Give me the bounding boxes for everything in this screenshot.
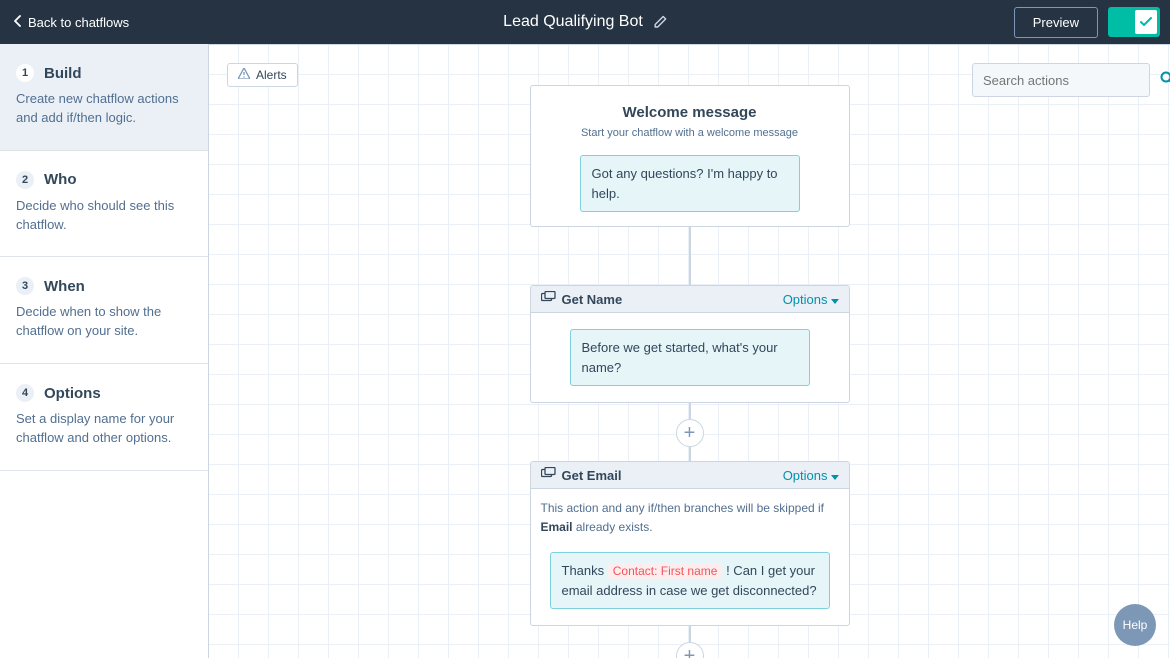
chat-icon [541,467,556,483]
main-layout: 1 Build Create new chatflow actions and … [0,44,1170,658]
welcome-bubble: Got any questions? I'm happy to help. [580,155,800,212]
steps-sidebar: 1 Build Create new chatflow actions and … [0,44,209,658]
options-label: Options [783,468,828,483]
card-header: Get Email Options [531,462,849,489]
sidebar-step-who[interactable]: 2 Who Decide who should see this chatflo… [0,151,208,258]
app-header: Back to chatflows Lead Qualifying Bot Pr… [0,0,1170,44]
publish-toggle[interactable] [1108,7,1160,37]
help-button[interactable]: Help [1114,604,1156,646]
step-title: Build [44,65,82,82]
search-actions-box[interactable] [972,63,1150,97]
card-header: Get Name Options [531,286,849,313]
sidebar-step-when[interactable]: 3 When Decide when to show the chatflow … [0,257,208,364]
alerts-button[interactable]: Alerts [227,63,298,87]
connector-line [689,227,691,285]
step-number: 3 [16,277,34,295]
connector-line [689,447,691,461]
step-desc: Set a display name for your chatflow and… [16,410,192,448]
chevron-left-icon [14,15,22,30]
add-action-button[interactable]: + [676,642,704,658]
options-label: Options [783,292,828,307]
step-title: Who [44,171,76,188]
alerts-label: Alerts [256,68,287,82]
card-options-link[interactable]: Options [783,468,839,483]
sidebar-step-options[interactable]: 4 Options Set a display name for your ch… [0,364,208,471]
get-email-bubble: Thanks Contact: First name ! Can I get y… [550,552,830,609]
search-input[interactable] [983,73,1159,88]
card-options-link[interactable]: Options [783,292,839,307]
sidebar-step-build[interactable]: 1 Build Create new chatflow actions and … [0,44,208,151]
get-email-card[interactable]: Get Email Options This action and any if… [530,461,850,626]
step-desc: Decide when to show the chatflow on your… [16,303,192,341]
step-title: Options [44,385,101,402]
step-desc: Decide who should see this chatflow. [16,197,192,235]
help-label: Help [1123,618,1148,632]
back-link[interactable]: Back to chatflows [14,15,129,30]
connector-line [689,626,691,642]
card-label: Get Email [562,468,622,483]
warning-icon [238,68,250,82]
skip-note: This action and any if/then branches wil… [531,489,849,536]
step-number: 2 [16,171,34,189]
flow-canvas[interactable]: Alerts Welcome message Start your chatfl… [209,44,1170,658]
welcome-subtitle: Start your chatflow with a welcome messa… [541,127,839,139]
search-icon [1159,70,1170,91]
back-link-label: Back to chatflows [28,15,129,30]
page-title: Lead Qualifying Bot [503,13,643,31]
header-actions: Preview [1014,7,1160,38]
caret-down-icon [831,292,839,307]
welcome-message-card[interactable]: Welcome message Start your chatflow with… [530,85,850,227]
get-name-bubble: Before we get started, what's your name? [570,329,810,386]
step-desc: Create new chatflow actions and add if/t… [16,90,192,128]
add-action-button[interactable]: + [676,419,704,447]
card-label: Get Name [562,292,623,307]
step-number: 4 [16,384,34,402]
get-name-card[interactable]: Get Name Options Before we get started, … [530,285,850,403]
toggle-knob [1135,10,1157,34]
welcome-title: Welcome message [541,104,839,121]
chat-icon [541,291,556,307]
pencil-icon[interactable] [653,15,667,29]
flow-column: Welcome message Start your chatflow with… [530,85,850,658]
step-title: When [44,278,85,295]
step-number: 1 [16,64,34,82]
contact-firstname-token: Contact: First name [608,563,723,579]
caret-down-icon [831,468,839,483]
page-title-wrap: Lead Qualifying Bot [503,13,667,31]
connector-line [689,403,691,419]
preview-button[interactable]: Preview [1014,7,1098,38]
